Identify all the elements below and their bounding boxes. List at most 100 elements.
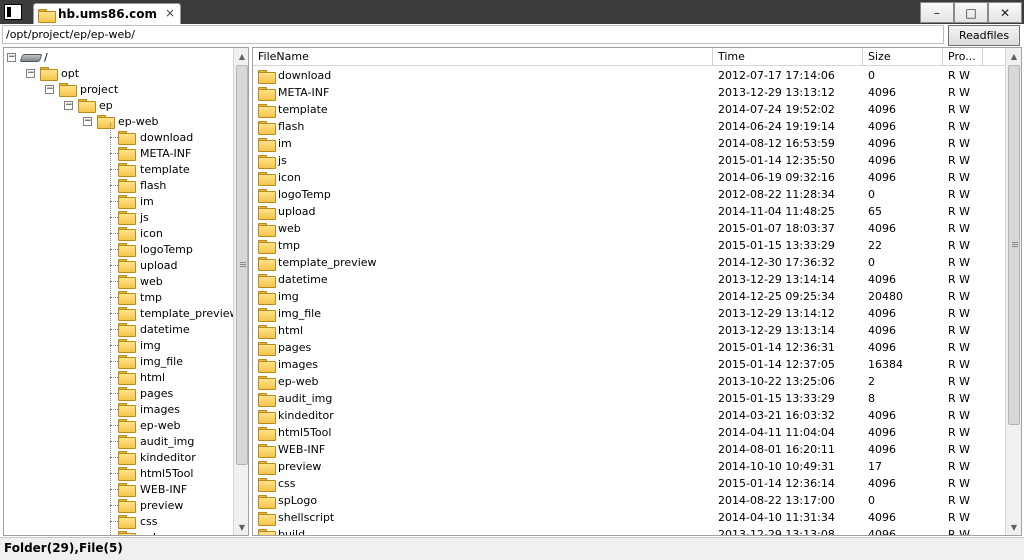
column-header-properties[interactable]: Pro... bbox=[943, 48, 983, 66]
tree-node[interactable]: img bbox=[118, 337, 161, 353]
column-header-size[interactable]: Size bbox=[863, 48, 943, 66]
tree-node[interactable]: im bbox=[118, 193, 154, 209]
file-row[interactable]: logoTemp 2012-08-22 11:28:34 0 R W bbox=[253, 186, 1005, 203]
file-name-cell: img bbox=[253, 288, 713, 305]
tree-node[interactable]: − / bbox=[7, 49, 48, 65]
file-row[interactable]: pages 2015-01-14 12:36:31 4096 R W bbox=[253, 339, 1005, 356]
tree-node[interactable]: html bbox=[118, 369, 165, 385]
file-row[interactable]: images 2015-01-14 12:37:05 16384 R W bbox=[253, 356, 1005, 373]
collapse-toggle-icon[interactable]: − bbox=[26, 68, 35, 78]
tree-node-label: html5Tool bbox=[140, 466, 194, 480]
window-menu-icon[interactable] bbox=[4, 4, 22, 20]
file-row[interactable]: META-INF 2013-12-29 13:13:12 4096 R W bbox=[253, 84, 1005, 101]
file-scrollbar[interactable]: ▲ ▼ bbox=[1005, 48, 1021, 535]
file-row[interactable]: upload 2014-11-04 11:48:25 65 R W bbox=[253, 203, 1005, 220]
folder-icon bbox=[118, 147, 136, 161]
file-time-cell: 2015-01-14 12:36:31 bbox=[718, 341, 835, 354]
tree-node[interactable]: css bbox=[118, 513, 158, 529]
file-name-cell: logoTemp bbox=[253, 186, 713, 203]
tab-hb-ums86[interactable]: hb.ums86.com × bbox=[33, 3, 181, 24]
tree-node[interactable]: pages bbox=[118, 385, 173, 401]
tree-node[interactable]: icon bbox=[118, 225, 163, 241]
scroll-down-icon[interactable]: ▼ bbox=[1006, 519, 1021, 535]
tree-node-label: icon bbox=[140, 226, 163, 240]
column-header-time[interactable]: Time bbox=[713, 48, 863, 66]
tree-node[interactable]: datetime bbox=[118, 321, 190, 337]
file-row[interactable]: download 2012-07-17 17:14:06 0 R W bbox=[253, 67, 1005, 84]
collapse-toggle-icon[interactable]: − bbox=[45, 84, 54, 94]
scroll-down-icon[interactable]: ▼ bbox=[234, 519, 248, 535]
file-row[interactable]: css 2015-01-14 12:36:14 4096 R W bbox=[253, 475, 1005, 492]
file-row[interactable]: web 2015-01-07 18:03:37 4096 R W bbox=[253, 220, 1005, 237]
scroll-up-icon[interactable]: ▲ bbox=[234, 48, 248, 64]
tree-node[interactable]: − ep bbox=[64, 97, 113, 113]
tree-node[interactable]: logoTemp bbox=[118, 241, 193, 257]
maximize-button[interactable]: □ bbox=[954, 2, 988, 23]
file-row[interactable]: tmp 2015-01-15 13:33:29 22 R W bbox=[253, 237, 1005, 254]
tree-node[interactable]: kindeditor bbox=[118, 449, 196, 465]
tree-node[interactable]: html5Tool bbox=[118, 465, 193, 481]
tree-node[interactable]: preview bbox=[118, 497, 183, 513]
file-scroll-thumb[interactable] bbox=[1008, 65, 1020, 425]
scroll-up-icon[interactable]: ▲ bbox=[1006, 48, 1021, 64]
tree-node[interactable]: − opt bbox=[26, 65, 79, 81]
column-header-filename[interactable]: FileName bbox=[253, 48, 713, 66]
collapse-toggle-icon[interactable]: − bbox=[64, 100, 73, 110]
tree-node[interactable]: flash bbox=[118, 177, 166, 193]
tree-node[interactable]: img_file bbox=[118, 353, 183, 369]
tree-node[interactable]: META-INF bbox=[118, 145, 191, 161]
file-size-cell: 4096 bbox=[868, 222, 896, 235]
file-row[interactable]: spLogo 2014-08-22 13:17:00 0 R W bbox=[253, 492, 1005, 509]
tree-node[interactable]: template bbox=[118, 161, 190, 177]
tree-node[interactable]: spLogo bbox=[118, 529, 179, 535]
tree-node[interactable]: − ep-web bbox=[83, 113, 158, 129]
file-row[interactable]: template_preview 2014-12-30 17:36:32 0 R W bbox=[253, 254, 1005, 271]
file-row[interactable]: js 2015-01-14 12:35:50 4096 R W bbox=[253, 152, 1005, 169]
collapse-toggle-icon[interactable]: − bbox=[83, 116, 92, 126]
tree-node[interactable]: tmp bbox=[118, 289, 162, 305]
tree-node[interactable]: images bbox=[118, 401, 180, 417]
collapse-toggle-icon[interactable]: − bbox=[7, 52, 16, 62]
tree-scroll-thumb[interactable] bbox=[236, 65, 248, 465]
tree-node[interactable]: − project bbox=[45, 81, 118, 97]
folder-icon bbox=[118, 163, 136, 177]
file-time-cell: 2013-10-22 13:25:06 bbox=[718, 375, 835, 388]
folder-icon bbox=[258, 103, 276, 118]
file-row[interactable]: datetime 2013-12-29 13:14:14 4096 R W bbox=[253, 271, 1005, 288]
file-row[interactable]: template 2014-07-24 19:52:02 4096 R W bbox=[253, 101, 1005, 118]
file-row[interactable]: img 2014-12-25 09:25:34 20480 R W bbox=[253, 288, 1005, 305]
file-name: html5Tool bbox=[278, 426, 332, 439]
file-row[interactable]: html 2013-12-29 13:13:14 4096 R W bbox=[253, 322, 1005, 339]
file-row[interactable]: audit_img 2015-01-15 13:33:29 8 R W bbox=[253, 390, 1005, 407]
close-button[interactable]: ✕ bbox=[988, 2, 1022, 23]
tree-node-label: kindeditor bbox=[140, 450, 196, 464]
tree-node[interactable]: web bbox=[118, 273, 163, 289]
file-row[interactable]: WEB-INF 2014-08-01 16:20:11 4096 R W bbox=[253, 441, 1005, 458]
tree-node[interactable]: audit_img bbox=[118, 433, 194, 449]
readfiles-button[interactable]: Readfiles bbox=[948, 25, 1020, 46]
file-row[interactable]: im 2014-08-12 16:53:59 4096 R W bbox=[253, 135, 1005, 152]
tree-node[interactable]: upload bbox=[118, 257, 177, 273]
tree-node-label: css bbox=[140, 514, 158, 528]
file-row[interactable]: flash 2014-06-24 19:19:14 4096 R W bbox=[253, 118, 1005, 135]
file-row[interactable]: img_file 2013-12-29 13:14:12 4096 R W bbox=[253, 305, 1005, 322]
tree-node[interactable]: WEB-INF bbox=[118, 481, 187, 497]
tree-node-label: web bbox=[140, 274, 163, 288]
file-size-cell: 4096 bbox=[868, 307, 896, 320]
tree-node[interactable]: template_preview bbox=[118, 305, 239, 321]
tree-node[interactable]: ep-web bbox=[118, 417, 180, 433]
file-row[interactable]: ep-web 2013-10-22 13:25:06 2 R W bbox=[253, 373, 1005, 390]
file-row[interactable]: build 2013-12-29 13:13:08 4096 R W bbox=[253, 526, 1005, 535]
file-row[interactable]: icon 2014-06-19 09:32:16 4096 R W bbox=[253, 169, 1005, 186]
file-time-cell: 2013-12-29 13:13:12 bbox=[718, 86, 835, 99]
file-row[interactable]: html5Tool 2014-04-11 11:04:04 4096 R W bbox=[253, 424, 1005, 441]
tree-node[interactable]: js bbox=[118, 209, 149, 225]
path-input[interactable] bbox=[2, 25, 944, 44]
file-row[interactable]: preview 2014-10-10 10:49:31 17 R W bbox=[253, 458, 1005, 475]
tree-node[interactable]: download bbox=[118, 129, 193, 145]
tab-close-icon[interactable]: × bbox=[165, 6, 175, 20]
tree-scrollbar[interactable]: ▲ ▼ bbox=[233, 48, 248, 535]
file-row[interactable]: kindeditor 2014-03-21 16:03:32 4096 R W bbox=[253, 407, 1005, 424]
file-row[interactable]: shellscript 2014-04-10 11:31:34 4096 R W bbox=[253, 509, 1005, 526]
minimize-button[interactable]: – bbox=[920, 2, 954, 23]
